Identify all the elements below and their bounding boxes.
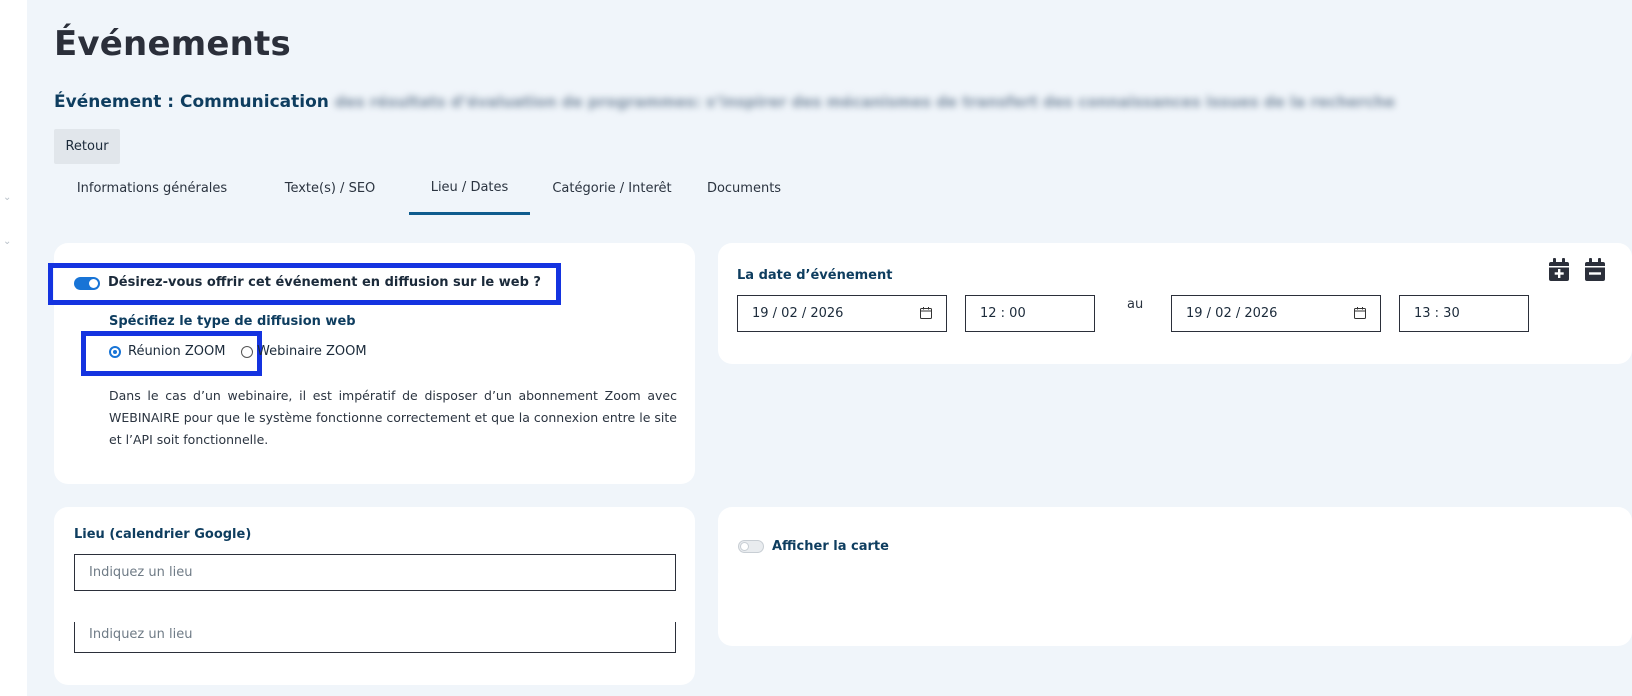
highlight-box-radio [81, 331, 262, 376]
date-separator: au [1127, 297, 1144, 312]
start-date-input[interactable]: 19 / 02 / 2026 [737, 295, 947, 332]
webinar-description: Dans le cas d’un webinaire, il est impér… [109, 388, 677, 447]
lieu-input[interactable]: Indiquez un lieu [74, 554, 676, 591]
event-title-prefix: Événement : Communication [54, 92, 329, 112]
end-date-input[interactable]: 19 / 02 / 2026 [1171, 295, 1381, 332]
radio-webinaire-zoom-label[interactable]: Webinaire ZOOM [257, 344, 367, 359]
main-content: Événements Événement : Communication des… [27, 0, 1632, 696]
chevron-down-icon[interactable]: ⌄ [3, 236, 11, 247]
tab-textes-seo[interactable]: Texte(s) / SEO [272, 172, 388, 212]
calendar-icon[interactable] [920, 307, 932, 319]
page-title: Événements [54, 24, 291, 64]
event-date-label: La date d’événement [737, 268, 893, 283]
lieu-label: Lieu (calendrier Google) [74, 527, 252, 542]
chevron-down-icon[interactable]: ⌄ [3, 192, 11, 203]
calendar-icon[interactable] [1354, 307, 1366, 319]
end-time-input[interactable]: 13 : 30 [1399, 295, 1529, 332]
tab-lieu-dates[interactable]: Lieu / Dates [409, 172, 530, 215]
web-type-label: Spécifiez le type de diffusion web [109, 314, 356, 329]
start-time-input[interactable]: 12 : 00 [965, 295, 1095, 332]
tab-informations-generales[interactable]: Informations générales [54, 172, 250, 212]
tab-documents[interactable]: Documents [696, 172, 792, 212]
calendar-minus-icon[interactable] [1584, 258, 1606, 282]
highlight-box-toggle [48, 263, 561, 305]
map-toggle-label: Afficher la carte [772, 539, 889, 554]
radio-webinaire-zoom[interactable] [241, 346, 253, 358]
back-button[interactable]: Retour [54, 129, 120, 164]
calendar-plus-icon[interactable] [1548, 258, 1570, 282]
event-title-rest: des résultats d’évaluation de programmes… [334, 93, 1395, 111]
tab-categorie-interet[interactable]: Catégorie / Interêt [548, 172, 676, 212]
map-toggle[interactable] [738, 540, 764, 553]
left-sidebar-strip: ⌄ ⌄ [0, 0, 27, 696]
event-title: Événement : Communication des résultats … [54, 92, 1395, 112]
